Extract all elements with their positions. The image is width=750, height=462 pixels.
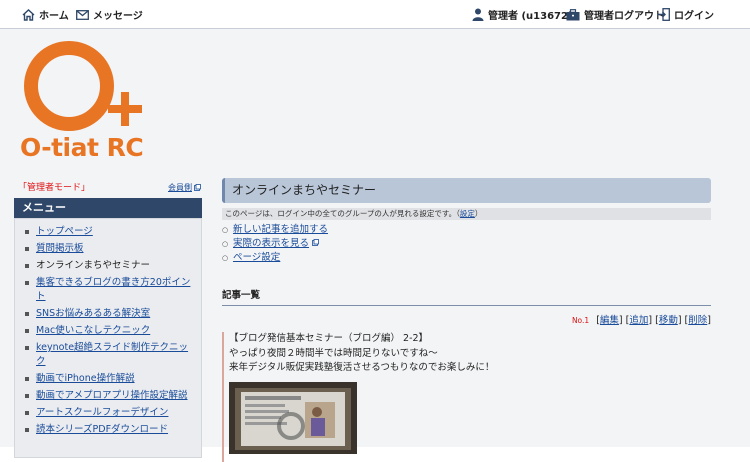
home-icon (22, 8, 35, 21)
message-label: メッセージ (93, 11, 143, 22)
admin-user-label: 管理者 (u13672) (488, 11, 573, 22)
admin-logout-label: 管理者ログアウト (584, 11, 664, 22)
add-link[interactable]: 追加 (629, 315, 648, 326)
entry-toolbar: No.1 [編集] [追加] [移動] [削除] (571, 315, 711, 326)
page-actions: 新しい記事を追加する 実際の表示を見る ページ設定 (222, 223, 711, 265)
sidebar-item-label[interactable]: Mac使いこなしテクニック (36, 325, 150, 336)
menu-header: メニュー (14, 198, 202, 218)
entry-line: やっぱり夜間２時間半では時間足りないですね〜 (229, 347, 438, 359)
sidebar-item-blog-writing[interactable]: 集客できるブログの書き方20ポイント (25, 276, 193, 304)
sidebar-item-pdf-download[interactable]: 読本シリーズPDFダウンロード (25, 423, 193, 437)
member-side-link[interactable]: 会員側 (168, 182, 201, 193)
action-page-settings[interactable]: ページ設定 (222, 251, 711, 265)
article-list-heading: 記事一覧 (222, 287, 711, 306)
notice-end: ） (474, 209, 483, 218)
notice-settings-link[interactable]: 設定 (460, 209, 475, 218)
message-link[interactable]: メッセージ (76, 7, 143, 22)
entry-line: 来年デジタル販促実践塾復活させるつもりなのでお楽しみに！ (229, 362, 495, 373)
sidebar-item-amepro-app[interactable]: 動画でアメプロアプリ操作設定解説 (25, 389, 193, 403)
sidebar-item-sns-help[interactable]: SNSお悩みあるある解決室 (25, 307, 193, 321)
sidebar-item-art-school[interactable]: アートスクールフォーデザイン (25, 406, 193, 420)
sidebar-item-label[interactable]: 質問掲示板 (36, 243, 84, 254)
delete-link[interactable]: 削除 (688, 315, 707, 326)
sidebar-item-mac-tips[interactable]: Mac使いこなしテクニック (25, 324, 193, 338)
briefcase-icon (566, 8, 580, 20)
sidebar-item-label[interactable]: 集客できるブログの書き方20ポイント (36, 277, 190, 302)
action-add-article[interactable]: 新しい記事を追加する (222, 223, 711, 237)
login-label: ログイン (674, 11, 714, 22)
home-label: ホーム (39, 11, 69, 22)
admin-mode-label: 「管理者モード」 (18, 183, 91, 193)
main-content: オンラインまちやセミナー このページは、ログイン中の全てのグループの人が見れる設… (222, 178, 711, 462)
home-link[interactable]: ホーム (22, 7, 69, 22)
action-label[interactable]: 実際の表示を見る (233, 238, 309, 249)
admin-user-link[interactable]: 管理者 (u13672) (472, 7, 573, 22)
login-icon (657, 8, 670, 21)
action-label[interactable]: ページ設定 (233, 252, 280, 263)
notice-text: このページは、ログイン中の全てのグループの人が見れる設定です。（ (225, 209, 460, 218)
sidebar-item-label[interactable]: 動画でiPhone操作解説 (36, 373, 135, 384)
sidebar-item-label[interactable]: 読本シリーズPDFダウンロード (36, 424, 168, 435)
entry-title: 【ブログ発信基本セミナー（ブログ編） 2-2】 (229, 333, 429, 344)
sidebar-item-keynote[interactable]: keynote超絶スライド制作テクニック (25, 341, 193, 369)
seminar-photo-image (229, 381, 357, 454)
entry-photo (229, 381, 357, 454)
sidebar-item-online-seminar: オンラインまちやセミナー (25, 259, 193, 273)
login-link[interactable]: ログイン (657, 7, 714, 22)
action-label[interactable]: 新しい記事を追加する (233, 224, 328, 235)
top-navigation-bar: ホーム メッセージ 管理者 (u13672) 管理者ログアウト ログイン (0, 0, 750, 29)
entry-number: No.1 (571, 316, 590, 325)
logo-text: O-tiat RC (20, 133, 144, 162)
sidebar-item-qa-board[interactable]: 質問掲示板 (25, 242, 193, 256)
sidebar-item-label[interactable]: トップページ (36, 226, 93, 237)
sidebar-item-label[interactable]: 動画でアメプロアプリ操作設定解説 (36, 390, 188, 401)
sidebar-item-label[interactable]: keynote超絶スライド制作テクニック (36, 342, 188, 367)
sidebar-item-iphone-video[interactable]: 動画でiPhone操作解説 (25, 372, 193, 386)
sidebar-item-label[interactable]: アートスクールフォーデザイン (36, 407, 168, 418)
external-link-icon (312, 239, 319, 246)
admin-logout-link[interactable]: 管理者ログアウト (566, 7, 664, 22)
sidebar-item-label-current: オンラインまちやセミナー (36, 260, 151, 271)
action-view-page[interactable]: 実際の表示を見る (222, 237, 711, 251)
sidebar-item-top-page[interactable]: トップページ (25, 225, 193, 239)
sidebar-menu: トップページ 質問掲示板 オンラインまちやセミナー 集客できるブログの書き方20… (14, 218, 202, 458)
user-icon (472, 8, 484, 21)
page-title: オンラインまちやセミナー (222, 178, 711, 203)
visibility-notice: このページは、ログイン中の全てのグループの人が見れる設定です。（設定） (222, 208, 711, 220)
member-side-label: 会員側 (168, 183, 192, 192)
move-link[interactable]: 移動 (659, 315, 678, 326)
article-entry: 【ブログ発信基本セミナー（ブログ編） 2-2】 やっぱり夜間２時間半では時間足り… (222, 332, 711, 462)
envelope-icon (76, 9, 89, 20)
sidebar-item-label[interactable]: SNSお悩みあるある解決室 (36, 308, 150, 319)
edit-link[interactable]: 編集 (600, 315, 619, 326)
external-link-icon (194, 184, 201, 191)
